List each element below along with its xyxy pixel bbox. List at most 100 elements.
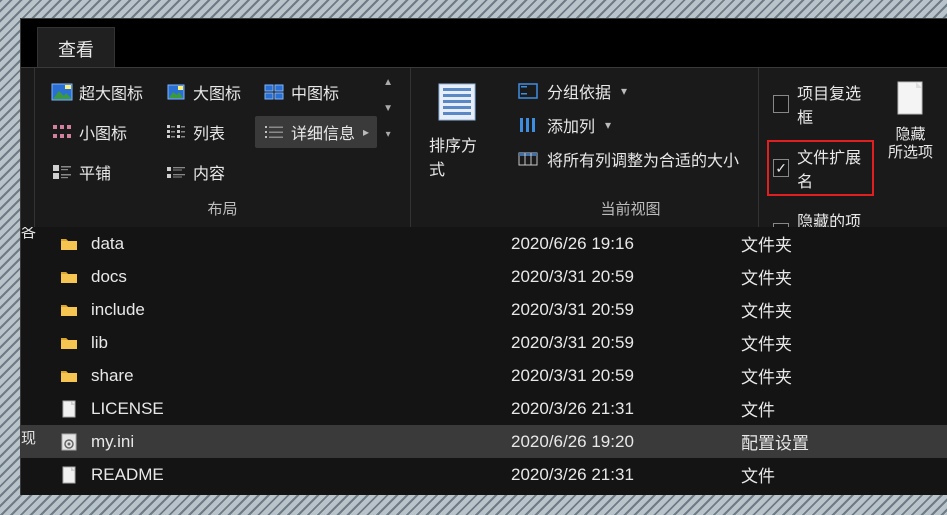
hide-selected-icon <box>892 78 928 120</box>
file-date: 2020/3/31 20:59 <box>511 300 741 320</box>
file-type: 文件夹 <box>741 330 947 355</box>
file-list[interactable]: 各 现 data2020/6/26 19:16文件夹docs2020/3/31 … <box>21 227 947 495</box>
file-name: lib <box>91 333 511 353</box>
file-name: include <box>91 300 511 320</box>
layout-extra-large-icons[interactable]: 超大图标 <box>43 76 151 108</box>
layout-label: 列表 <box>193 120 225 144</box>
add-columns-button[interactable]: 添加列 ▾ <box>511 110 745 140</box>
sort-label: 排序方式 <box>429 132 485 180</box>
file-row[interactable]: include2020/3/31 20:59文件夹 <box>21 293 947 326</box>
layout-small-icons[interactable]: 小图标 <box>43 116 151 148</box>
item-checkboxes-toggle[interactable]: 项目复选框 <box>767 76 874 132</box>
folder-icon <box>59 333 79 353</box>
tab-view[interactable]: 查看 <box>37 27 115 70</box>
layout-tiles[interactable]: 平铺 <box>43 156 151 188</box>
ribbon-group-layout: 超大图标 大图标 中图标 小图标 <box>35 68 411 227</box>
layout-label: 大图标 <box>193 80 241 104</box>
list-icon <box>165 123 187 141</box>
file-date: 2020/3/26 21:31 <box>511 465 741 485</box>
file-extensions-toggle[interactable]: ✓ 文件扩展名 <box>767 140 874 196</box>
layout-large-icons[interactable]: 大图标 <box>157 76 249 108</box>
layout-content[interactable]: 内容 <box>157 156 249 188</box>
autosize-label: 将所有列调整为合适的大小 <box>547 147 739 171</box>
file-date: 2020/3/31 20:59 <box>511 333 741 353</box>
layout-label: 中图标 <box>291 80 339 104</box>
autosize-icon <box>517 150 539 168</box>
file-date: 2020/6/26 19:16 <box>511 234 741 254</box>
sort-button[interactable]: 排序方式 <box>419 74 495 184</box>
layout-list[interactable]: 列表 <box>157 116 249 148</box>
autosize-columns-button[interactable]: 将所有列调整为合适的大小 <box>511 144 745 174</box>
layout-expand[interactable]: ▾ <box>379 126 397 142</box>
small-icons-icon <box>51 123 73 141</box>
edge-label-2: 现 <box>21 427 36 448</box>
large-icons-icon <box>165 83 187 101</box>
file-date: 2020/6/26 19:20 <box>511 432 741 452</box>
file-row[interactable]: lib2020/3/31 20:59文件夹 <box>21 326 947 359</box>
chevron-down-icon: ▾ <box>621 84 627 98</box>
ribbon-nav-stub <box>21 68 35 227</box>
file-icon <box>59 465 79 485</box>
ribbon: 超大图标 大图标 中图标 小图标 <box>21 67 947 227</box>
file-date: 2020/3/26 21:31 <box>511 399 741 419</box>
group-by-label: 分组依据 <box>547 79 611 103</box>
details-icon <box>263 123 285 141</box>
file-row[interactable]: docs2020/3/31 20:59文件夹 <box>21 260 947 293</box>
tiles-icon <box>51 163 73 181</box>
ribbon-group-show-hide: 项目复选框 ✓ 文件扩展名 ✓ 隐藏的项目 隐藏 <box>759 68 947 227</box>
file-type: 配置设置 <box>741 429 947 454</box>
file-name: my.ini <box>91 432 511 452</box>
folder-icon <box>59 234 79 254</box>
folder-icon <box>59 300 79 320</box>
hide-selected-line1: 隐藏 <box>895 126 925 144</box>
file-type: 文件 <box>741 462 947 487</box>
content-icon <box>165 163 187 181</box>
sort-button-wrap: 排序方式 <box>411 68 503 227</box>
hide-selected-line2: 所选项 <box>888 144 933 162</box>
file-row[interactable]: README2020/3/26 21:31文件 <box>21 458 947 491</box>
folder-icon <box>59 267 79 287</box>
file-type: 文件夹 <box>741 297 947 322</box>
ribbon-caption-current-view: 当前视图 <box>503 192 758 227</box>
file-icon <box>59 432 79 452</box>
extra-large-icons-icon <box>51 83 73 101</box>
file-row[interactable]: my.ini2020/6/26 19:20配置设置 <box>21 425 947 458</box>
layout-label: 超大图标 <box>79 80 143 104</box>
file-type: 文件 <box>741 396 947 421</box>
file-type: 文件夹 <box>741 264 947 289</box>
medium-icons-icon <box>263 83 285 101</box>
folder-icon <box>59 366 79 386</box>
hide-selected-button[interactable]: 隐藏 所选项 <box>880 74 939 162</box>
file-name: share <box>91 366 511 386</box>
checkbox-icon <box>773 95 789 113</box>
group-by-icon <box>517 82 539 100</box>
layout-label: 平铺 <box>79 160 111 184</box>
checkbox-checked-icon: ✓ <box>773 159 789 177</box>
file-extensions-label: 文件扩展名 <box>797 144 868 192</box>
layout-medium-icons[interactable]: 中图标 <box>255 76 377 108</box>
file-name: README <box>91 465 511 485</box>
layout-scroll-up[interactable]: ▲ <box>379 74 397 90</box>
file-name: LICENSE <box>91 399 511 419</box>
file-type: 文件夹 <box>741 363 947 388</box>
file-date: 2020/3/31 20:59 <box>511 267 741 287</box>
item-checkboxes-label: 项目复选框 <box>797 80 868 128</box>
file-row[interactable]: data2020/6/26 19:16文件夹 <box>21 227 947 260</box>
add-columns-label: 添加列 <box>547 113 595 137</box>
file-row[interactable]: LICENSE2020/3/26 21:31文件 <box>21 392 947 425</box>
layout-scroll-down[interactable]: ▼ <box>379 100 397 116</box>
group-by-button[interactable]: 分组依据 ▾ <box>511 76 745 106</box>
file-icon <box>59 399 79 419</box>
file-date: 2020/3/31 20:59 <box>511 366 741 386</box>
tab-view-label: 查看 <box>58 40 94 60</box>
layout-label: 详细信息 <box>291 120 355 144</box>
file-row[interactable]: share2020/3/31 20:59文件夹 <box>21 359 947 392</box>
file-name: data <box>91 234 511 254</box>
ribbon-group-current-view: 分组依据 ▾ 添加列 ▾ 将所有列调整为合适的大小 <box>503 68 759 227</box>
file-type: 文件夹 <box>741 231 947 256</box>
ribbon-caption-layout: 布局 <box>35 192 410 227</box>
layout-details[interactable]: 详细信息 ▸ <box>255 116 377 148</box>
layout-label: 内容 <box>193 160 225 184</box>
chevron-down-icon: ▾ <box>605 118 611 132</box>
edge-label-1: 各 <box>21 227 36 242</box>
